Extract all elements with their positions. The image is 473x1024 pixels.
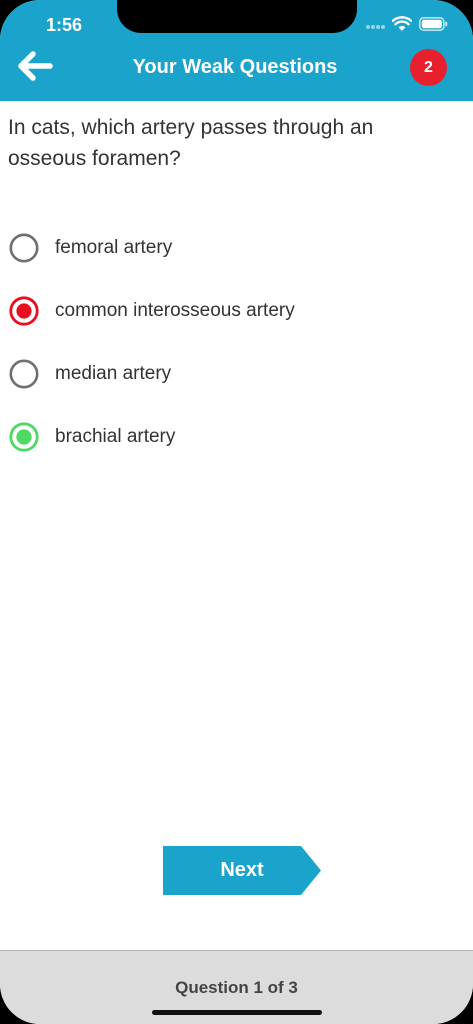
answer-option-femoral[interactable]: femoral artery <box>0 221 473 284</box>
answer-option-brachial[interactable]: brachial artery <box>0 410 473 473</box>
header-bar: 1:56 Your Weak Questions 2 <box>0 0 473 101</box>
screen: 1:56 Your Weak Questions 2 In cats, whic… <box>0 0 473 1024</box>
home-indicator[interactable] <box>152 1010 322 1015</box>
device-notch <box>117 0 357 33</box>
status-time: 1:56 <box>46 15 83 35</box>
cellular-signal-icon <box>366 25 388 30</box>
next-button[interactable]: Next <box>163 846 323 895</box>
radio-unselected-icon <box>9 233 39 263</box>
answer-option-label: femoral artery <box>55 237 173 258</box>
radio-unselected-icon <box>9 359 39 389</box>
question-text: In cats, which artery passes through an … <box>8 116 374 170</box>
answer-options: femoral artery common interosseous arter… <box>0 221 473 473</box>
answer-option-common-interosseous[interactable]: common interosseous artery <box>0 284 473 347</box>
next-button-label: Next <box>220 859 264 881</box>
footer-bar: Question 1 of 3 <box>0 950 473 1024</box>
answer-option-label: brachial artery <box>55 426 176 447</box>
battery-icon <box>419 17 448 31</box>
question-progress-text: Question 1 of 3 <box>175 978 298 997</box>
back-button[interactable] <box>14 48 56 84</box>
radio-selected-wrong-icon <box>9 296 39 326</box>
radio-correct-icon <box>9 422 39 452</box>
answer-option-label: median artery <box>55 363 172 384</box>
page-title: Your Weak Questions <box>132 56 338 78</box>
arrow-left-icon <box>18 51 53 81</box>
answer-option-median[interactable]: median artery <box>0 347 473 410</box>
wifi-icon <box>392 16 412 31</box>
answer-option-label: common interosseous artery <box>55 300 295 321</box>
weak-count-badge: 2 <box>410 49 447 86</box>
